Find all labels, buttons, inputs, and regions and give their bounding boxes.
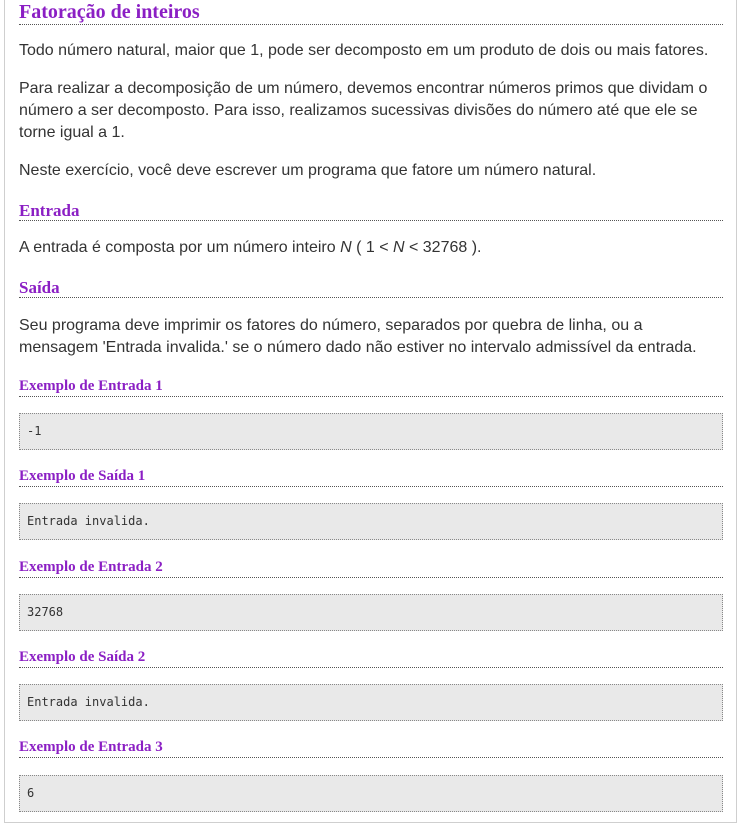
example-input-1-box: -1: [19, 413, 723, 450]
input-heading: Entrada: [19, 201, 723, 221]
input-text: A entrada é composta por um número intei…: [19, 239, 341, 256]
example-input-1-heading: Exemplo de Entrada 1: [19, 377, 723, 397]
page-title: Fatoração de inteiros: [19, 0, 723, 25]
intro-paragraph-2: Para realizar a decomposição de um númer…: [19, 80, 708, 141]
input-description: A entrada é composta por um número intei…: [19, 237, 723, 259]
output-heading: Saída: [19, 278, 723, 298]
input-variable: N: [340, 239, 352, 256]
example-output-1-heading: Exemplo de Saída 1: [19, 467, 723, 487]
intro-paragraph-1: Todo número natural, maior que 1, pode s…: [19, 42, 709, 59]
input-range-close: < 32768 ).: [404, 239, 482, 256]
example-input-3-box: 6: [19, 775, 723, 812]
example-output-2-box: Entrada invalida.: [19, 684, 723, 721]
output-description: Seu programa deve imprimir os fatores do…: [19, 317, 697, 356]
input-variable-2: N: [392, 239, 405, 256]
example-output-1-box: Entrada invalida.: [19, 503, 723, 540]
example-input-2-heading: Exemplo de Entrada 2: [19, 558, 723, 578]
input-range-open: ( 1 <: [351, 239, 393, 256]
example-input-3-heading: Exemplo de Entrada 3: [19, 738, 723, 758]
example-input-2-box: 32768: [19, 594, 723, 631]
example-output-2-heading: Exemplo de Saída 2: [19, 648, 723, 668]
intro-paragraph-3: Neste exercício, você deve escrever um p…: [19, 162, 597, 179]
